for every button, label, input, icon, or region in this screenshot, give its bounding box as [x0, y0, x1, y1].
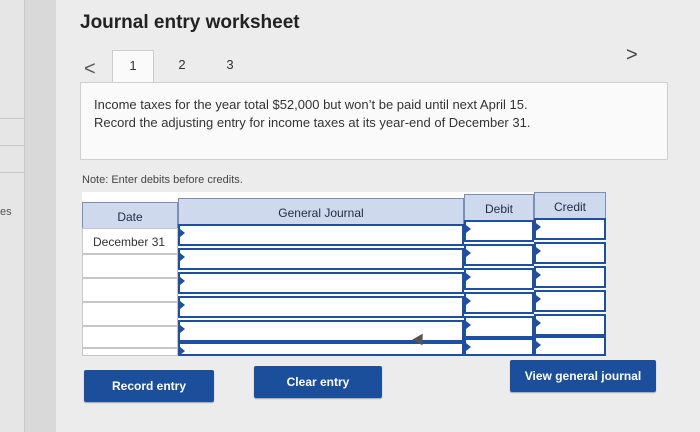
account-input[interactable]: [178, 296, 464, 318]
question-text: Income taxes for the year total $52,000 …: [94, 96, 654, 132]
view-general-journal-button[interactable]: View general journal: [510, 360, 656, 392]
table-row-date: December 31: [82, 228, 178, 254]
record-entry-button[interactable]: Record entry: [84, 370, 214, 402]
table-row-date: [82, 254, 178, 278]
debit-input[interactable]: [464, 244, 534, 266]
debit-input[interactable]: [464, 268, 534, 290]
credit-input[interactable]: [534, 266, 606, 288]
sidebar-label-fragment: es: [0, 206, 12, 218]
credit-input[interactable]: [534, 218, 606, 240]
column-header-debit: Debit: [464, 194, 534, 222]
credit-input[interactable]: [534, 290, 606, 312]
journal-entry-table: Date General Journal Debit Credit Decemb…: [82, 192, 606, 356]
instruction-note: Note: Enter debits before credits.: [82, 174, 243, 186]
column-header-general-journal: General Journal: [178, 198, 464, 226]
table-row-date: [82, 348, 178, 356]
previous-arrow-button[interactable]: <: [84, 58, 96, 81]
tab-3[interactable]: 3: [210, 50, 250, 80]
account-input[interactable]: [178, 224, 464, 246]
tab-2[interactable]: 2: [162, 50, 202, 80]
divider: [0, 118, 24, 119]
left-sidebar-strip: es: [0, 0, 25, 432]
column-header-credit: Credit: [534, 192, 606, 220]
question-line-1: Income taxes for the year total $52,000 …: [94, 97, 528, 112]
credit-input[interactable]: [534, 314, 606, 336]
table-row-date: [82, 278, 178, 302]
account-input[interactable]: [178, 248, 464, 270]
table-row-date: [82, 302, 178, 326]
account-input[interactable]: [178, 272, 464, 294]
question-line-2: Record the adjusting entry for income ta…: [94, 115, 531, 130]
page-title: Journal entry worksheet: [80, 12, 300, 33]
debit-input[interactable]: [464, 338, 534, 356]
column-header-date: Date: [82, 202, 178, 230]
clear-entry-button[interactable]: Clear entry: [254, 366, 382, 398]
table-row-date: [82, 326, 178, 348]
debit-input[interactable]: [464, 220, 534, 242]
credit-input[interactable]: [534, 242, 606, 264]
divider: [0, 145, 24, 146]
next-arrow-button[interactable]: >: [626, 44, 638, 67]
debit-input[interactable]: [464, 316, 534, 338]
credit-input[interactable]: [534, 336, 606, 356]
divider: [0, 172, 24, 173]
tab-1[interactable]: 1: [112, 50, 154, 84]
debit-input[interactable]: [464, 292, 534, 314]
